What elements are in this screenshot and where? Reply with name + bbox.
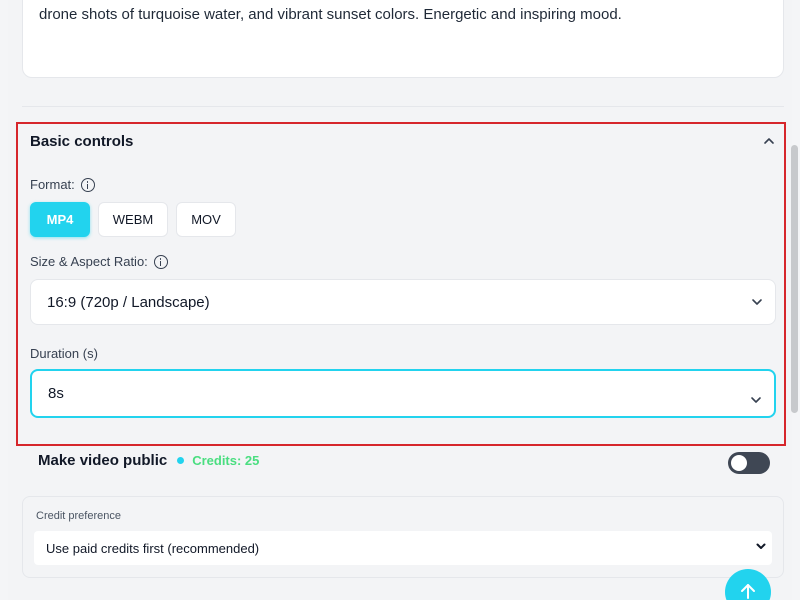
prompt-text: drone shots of turquoise water, and vibr… [39,6,622,23]
credit-preference-value: Use paid credits first (recommended) [46,540,260,556]
credits-count: Credits: 25 [192,453,260,468]
divider [22,106,784,107]
arrow-up-icon [741,584,755,599]
format-webm-button[interactable]: WEBM [98,202,168,237]
format-label-row: Format: [30,177,95,192]
chevron-down-icon [751,397,761,403]
make-public-label: Make video public [38,452,168,469]
credits-badge: Credits: 25 [177,453,259,468]
public-row: Make video public Credits: 25 [38,452,259,469]
format-mp4-button[interactable]: MP4 [30,202,90,237]
credit-preference-select[interactable]: Use paid credits first (recommended) [34,531,772,565]
duration-value: 8s [48,385,64,402]
size-select[interactable]: 16:9 (720p / Landscape) [30,279,776,325]
info-icon[interactable] [80,177,95,192]
chevron-up-icon[interactable] [762,136,776,146]
public-toggle[interactable] [728,452,770,474]
size-value: 16:9 (720p / Landscape) [47,293,210,311]
size-label-row: Size & Aspect Ratio: [30,254,168,269]
info-icon[interactable] [153,254,168,269]
section-title: Basic controls [30,133,134,150]
format-mov-button[interactable]: MOV [176,202,236,237]
scrollbar[interactable] [791,145,798,413]
chevron-down-icon [756,543,766,549]
prompt-textarea[interactable]: drone shots of turquoise water, and vibr… [22,0,784,78]
size-label: Size & Aspect Ratio: [30,254,148,269]
credit-preference-label: Credit preference [36,510,121,522]
status-dot [177,457,185,464]
duration-label: Duration (s) [30,346,98,361]
duration-label-row: Duration (s) [30,346,98,361]
duration-select[interactable]: 8s [30,369,776,418]
chevron-down-icon [752,299,762,305]
format-label: Format: [30,177,75,192]
toggle-knob [731,455,747,471]
